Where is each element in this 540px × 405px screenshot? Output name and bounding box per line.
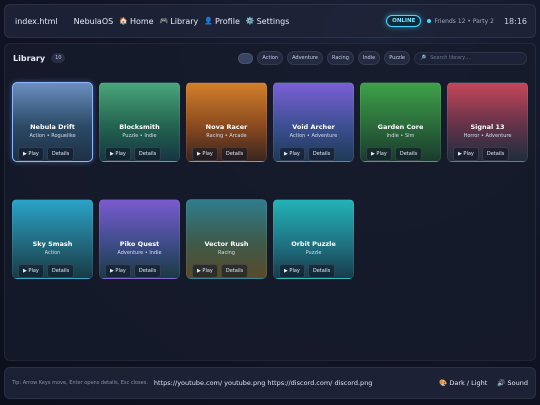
- theme-toggle[interactable]: 🎨 Dark / Light: [439, 379, 487, 387]
- filter-chip[interactable]: Action: [257, 51, 284, 65]
- game-card[interactable]: Vector Rush Racing ▶ Play Details: [186, 199, 267, 279]
- nav-profile-label: Profile: [214, 16, 240, 26]
- nav-settings-label: Settings: [256, 16, 290, 26]
- details-button[interactable]: Details: [133, 147, 162, 161]
- game-genre: Indie • Sim: [386, 133, 415, 139]
- play-button[interactable]: ▶ Play: [18, 147, 44, 161]
- search-box[interactable]: 🔎: [414, 51, 527, 65]
- friends-text: Friends 12 • Party 2: [434, 17, 494, 25]
- search-icon: 🔎: [420, 55, 427, 61]
- game-genre: Racing: [218, 250, 235, 256]
- clock: 18:16: [503, 16, 527, 26]
- game-genre: Action • Roguelike: [29, 133, 76, 139]
- play-button[interactable]: ▶ Play: [279, 264, 305, 278]
- game-card[interactable]: Nebula Drift Action • Roguelike ▶ Play D…: [12, 82, 93, 162]
- game-genre: Racing • Arcade: [206, 133, 247, 139]
- library-panel: Library 10 Action Adventure Racing Indie…: [4, 43, 536, 361]
- nav-profile[interactable]: 👤 Profile: [204, 17, 240, 26]
- filter-all-chip[interactable]: [238, 52, 254, 64]
- details-button[interactable]: Details: [220, 264, 249, 278]
- friends-status[interactable]: Friends 12 • Party 2: [427, 18, 494, 25]
- game-card[interactable]: Nova Racer Racing • Arcade ▶ Play Detail…: [186, 82, 267, 162]
- play-button[interactable]: ▶ Play: [453, 147, 479, 161]
- game-title: Garden Core: [377, 123, 424, 131]
- play-button[interactable]: ▶ Play: [192, 264, 218, 278]
- play-button[interactable]: ▶ Play: [366, 147, 392, 161]
- nav-library[interactable]: 🎮 Library: [160, 17, 199, 26]
- game-title: Nova Racer: [205, 123, 248, 131]
- game-card[interactable]: Signal 13 Horror • Adventure ▶ Play Deta…: [447, 82, 528, 162]
- details-button[interactable]: Details: [307, 264, 336, 278]
- game-grid: Nebula Drift Action • Roguelike ▶ Play D…: [12, 82, 528, 279]
- nav-settings[interactable]: ⚙️ Settings: [246, 17, 290, 26]
- nav-home[interactable]: 🏠 Home: [119, 17, 153, 26]
- filter-bar: Action Adventure Racing Indie Puzzle 🔎: [238, 51, 527, 65]
- filter-chip[interactable]: Indie: [357, 51, 381, 65]
- library-count-badge: 10: [51, 53, 66, 63]
- file-name: index.html: [15, 16, 58, 26]
- game-card[interactable]: Sky Smash Action ▶ Play Details: [12, 199, 93, 279]
- game-card[interactable]: Void Archer Action • Adventure ▶ Play De…: [273, 82, 354, 162]
- details-button[interactable]: Details: [394, 147, 423, 161]
- filter-chip[interactable]: Racing: [326, 51, 354, 65]
- play-button[interactable]: ▶ Play: [105, 147, 131, 161]
- game-title: Sky Smash: [32, 240, 73, 248]
- details-button[interactable]: Details: [133, 264, 162, 278]
- game-genre: Puzzle • Indie: [122, 133, 157, 139]
- game-card[interactable]: Piko Quest Adventure • Indie ▶ Play Deta…: [99, 199, 180, 279]
- game-genre: Action: [44, 250, 61, 256]
- details-button[interactable]: Details: [46, 264, 75, 278]
- footer-links[interactable]: https://youtube.com/ youtube.png https:/…: [154, 379, 373, 387]
- sound-toggle[interactable]: 🔊 Sound: [497, 379, 528, 387]
- nav-home-label: Home: [129, 16, 154, 26]
- gamepad-icon: 🎮: [159, 17, 169, 25]
- nav-library-label: Library: [170, 16, 199, 26]
- play-button[interactable]: ▶ Play: [18, 264, 44, 278]
- game-genre: Horror • Adventure: [463, 133, 512, 139]
- game-title: Void Archer: [292, 123, 335, 131]
- details-button[interactable]: Details: [307, 147, 336, 161]
- keyboard-tip: Tip: Arrow Keys move, Enter opens detail…: [12, 380, 148, 386]
- game-title: Piko Quest: [119, 240, 160, 248]
- game-genre: Puzzle: [305, 250, 322, 256]
- game-title: Signal 13: [470, 123, 505, 131]
- play-button[interactable]: ▶ Play: [105, 264, 131, 278]
- play-button[interactable]: ▶ Play: [279, 147, 305, 161]
- filter-chip[interactable]: Adventure: [287, 51, 323, 65]
- play-button[interactable]: ▶ Play: [192, 147, 218, 161]
- footer-bar: Tip: Arrow Keys move, Enter opens detail…: [4, 367, 536, 399]
- home-icon: 🏠: [119, 17, 128, 25]
- game-genre: Adventure • Indie: [117, 250, 162, 256]
- online-status-badge: ONLINE: [386, 15, 422, 27]
- profile-icon: 👤: [204, 17, 213, 25]
- game-title: Orbit Puzzle: [291, 240, 336, 248]
- details-button[interactable]: Details: [220, 147, 249, 161]
- status-dot-icon: [427, 19, 432, 23]
- filter-chip[interactable]: Puzzle: [384, 51, 410, 65]
- brand-name: NebulaOS: [73, 16, 114, 26]
- game-card[interactable]: Orbit Puzzle Puzzle ▶ Play Details: [273, 199, 354, 279]
- top-bar: index.html NebulaOS 🏠 Home 🎮 Library 👤 P…: [4, 4, 536, 38]
- details-button[interactable]: Details: [481, 147, 510, 161]
- library-title: Library: [13, 53, 46, 63]
- game-title: Nebula Drift: [30, 123, 75, 131]
- game-genre: Action • Adventure: [289, 133, 338, 139]
- main-nav: 🏠 Home 🎮 Library 👤 Profile ⚙️ Settings: [119, 17, 289, 26]
- game-title: Vector Rush: [204, 240, 249, 248]
- game-card[interactable]: Garden Core Indie • Sim ▶ Play Details: [360, 82, 441, 162]
- search-input[interactable]: [430, 55, 521, 61]
- game-title: Blocksmith: [119, 123, 160, 131]
- gear-icon: ⚙️: [245, 17, 255, 25]
- game-card[interactable]: Blocksmith Puzzle • Indie ▶ Play Details: [99, 82, 180, 162]
- details-button[interactable]: Details: [46, 147, 75, 161]
